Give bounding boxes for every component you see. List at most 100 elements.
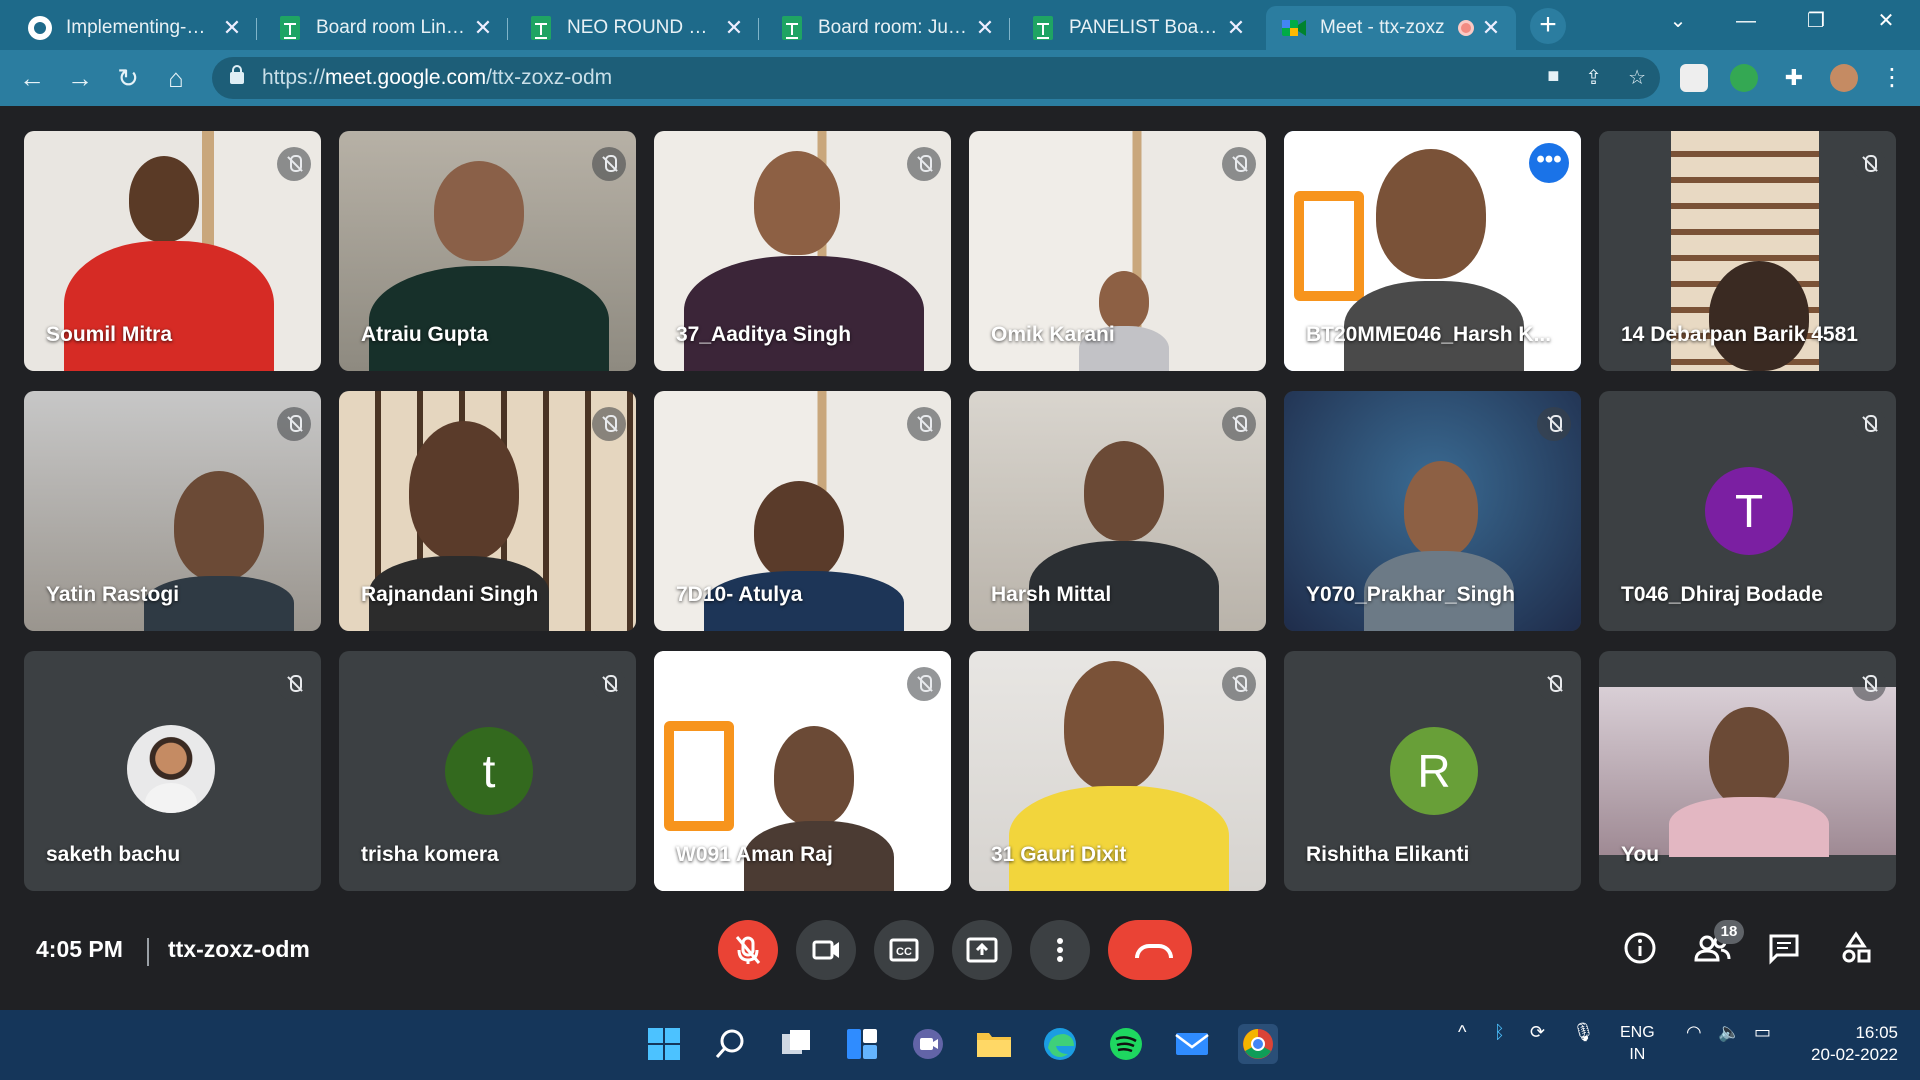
participant-tile[interactable]: Y070_Prakhar_Singh xyxy=(1284,391,1581,631)
tab-title: Meet - ttx-zoxz xyxy=(1320,17,1445,38)
more-options-button[interactable] xyxy=(1030,920,1090,980)
volume-icon[interactable]: 🔈 xyxy=(1718,1022,1740,1043)
sync-icon[interactable]: ⟳ xyxy=(1530,1022,1545,1043)
restore-button[interactable]: ❐ xyxy=(1788,0,1844,44)
more-vert-icon xyxy=(1057,938,1063,962)
battery-icon[interactable]: ▭ xyxy=(1754,1022,1771,1043)
menu-dots-icon[interactable]: ⋮ xyxy=(1878,64,1906,92)
home-icon[interactable]: ⌂ xyxy=(160,62,192,94)
bookmark-star-icon[interactable]: ☆ xyxy=(1628,65,1646,90)
search-icon[interactable] xyxy=(710,1024,750,1064)
edge-browser-icon[interactable] xyxy=(1040,1024,1080,1064)
participant-tile[interactable]: T T046_Dhiraj Bodade xyxy=(1599,391,1896,631)
mic-toggle-button[interactable] xyxy=(718,920,778,980)
back-arrow-icon[interactable]: ← xyxy=(16,62,48,94)
participant-tile[interactable]: R Rishitha Elikanti xyxy=(1284,651,1581,891)
self-tile[interactable]: You xyxy=(1599,651,1896,891)
bluetooth-icon[interactable]: ᛒ xyxy=(1494,1022,1505,1043)
widgets-icon[interactable] xyxy=(842,1024,882,1064)
participant-name: 31 Gauri Dixit xyxy=(991,843,1127,866)
captions-button[interactable]: CC xyxy=(874,920,934,980)
close-window-button[interactable]: ✕ xyxy=(1858,0,1914,44)
participant-tile[interactable]: 37_Aaditya Singh xyxy=(654,131,951,371)
participant-name: You xyxy=(1621,843,1660,866)
browser-tab[interactable]: Board room Links - ✕ xyxy=(262,6,508,50)
windows-start-icon[interactable] xyxy=(644,1024,684,1064)
participant-tile[interactable]: 7D10- Atulya xyxy=(654,391,951,631)
address-bar[interactable]: https://meet.google.com/ttx-zoxz-odm ■ ⇪… xyxy=(212,57,1660,99)
participant-name: W091 Aman Raj xyxy=(676,843,833,866)
participant-tile[interactable]: 31 Gauri Dixit xyxy=(969,651,1266,891)
participant-name: 14 Debarpan Barik 4581 xyxy=(1621,323,1858,346)
wifi-icon[interactable]: ◠ xyxy=(1686,1022,1702,1043)
tab-close-icon[interactable]: ✕ xyxy=(472,15,494,41)
participant-tile[interactable]: saketh bachu xyxy=(24,651,321,891)
language-code: ENG xyxy=(1620,1024,1655,1041)
browser-tab[interactable]: Board room: Judge ✕ xyxy=(764,6,1010,50)
forward-arrow-icon[interactable]: → xyxy=(64,62,96,94)
participant-tile[interactable]: W091 Aman Raj xyxy=(654,651,951,891)
participant-tile[interactable]: t trisha komera xyxy=(339,651,636,891)
participant-name: Atraiu Gupta xyxy=(361,323,489,346)
mic-off-icon xyxy=(1852,667,1886,701)
meeting-time: 4:05 PM xyxy=(36,936,123,962)
avatar xyxy=(127,725,215,813)
sheets-icon xyxy=(1031,16,1055,40)
closed-captions-icon: CC xyxy=(889,938,919,962)
minimize-button[interactable]: — xyxy=(1718,0,1774,44)
share-icon[interactable]: ⇪ xyxy=(1585,65,1602,90)
tab-title: NEO ROUND 3 PAR xyxy=(567,17,717,38)
extension-icon[interactable] xyxy=(1680,64,1708,92)
camera-icon[interactable]: ■ xyxy=(1547,65,1559,90)
teams-chat-icon[interactable] xyxy=(908,1024,948,1064)
browser-toolbar: ← → ↻ ⌂ https://meet.google.com/ttx-zoxz… xyxy=(0,50,1920,106)
participant-tile[interactable]: Omik Karani xyxy=(969,131,1266,371)
browser-tab[interactable]: Implementing-Big- ✕ xyxy=(12,6,257,50)
new-tab-button[interactable]: + xyxy=(1530,8,1566,44)
participant-tile-speaking[interactable]: ••• BT20MME046_Harsh K... xyxy=(1284,131,1581,371)
svg-text:CC: CC xyxy=(896,946,912,958)
participant-tile[interactable]: Atraiu Gupta xyxy=(339,131,636,371)
meeting-info-icon[interactable] xyxy=(1620,930,1660,974)
tab-close-icon[interactable]: ✕ xyxy=(1480,15,1502,41)
windows-taskbar: ^ ᛒ ⟳ 🎙 ENG IN ◠ 🔈 ▭ 16:05 20-02-2022 xyxy=(0,1010,1920,1080)
profile-avatar[interactable] xyxy=(1830,64,1858,92)
tab-close-icon[interactable]: ✕ xyxy=(723,15,745,41)
browser-tab[interactable]: PANELIST Board roo ✕ xyxy=(1015,6,1261,50)
show-hidden-icons[interactable]: ^ xyxy=(1458,1022,1466,1043)
participant-name: Rajnandani Singh xyxy=(361,583,539,606)
participant-name: BT20MME046_Harsh K... xyxy=(1306,323,1552,346)
tab-close-icon[interactable]: ✕ xyxy=(1225,15,1247,41)
puzzle-icon[interactable]: ✚ xyxy=(1780,64,1808,92)
tab-close-icon[interactable]: ✕ xyxy=(974,15,996,41)
browser-tab-active[interactable]: Meet - ttx-zoxz ✕ xyxy=(1266,6,1516,50)
chat-icon[interactable] xyxy=(1764,930,1804,974)
tab-close-icon[interactable]: ✕ xyxy=(221,15,243,41)
mail-icon[interactable] xyxy=(1172,1024,1212,1064)
participant-tile[interactable]: Harsh Mittal xyxy=(969,391,1266,631)
participant-tile[interactable]: Soumil Mitra xyxy=(24,131,321,371)
participant-tile[interactable]: Rajnandani Singh xyxy=(339,391,636,631)
browser-tab[interactable]: NEO ROUND 3 PAR ✕ xyxy=(513,6,759,50)
task-view-icon[interactable] xyxy=(776,1024,816,1064)
system-clock[interactable]: 16:05 20-02-2022 xyxy=(1811,1022,1898,1066)
tab-search-icon[interactable]: ⌄ xyxy=(1650,0,1706,44)
present-screen-button[interactable] xyxy=(952,920,1012,980)
participant-tile[interactable]: 14 Debarpan Barik 4581 xyxy=(1599,131,1896,371)
more-options-icon[interactable]: ••• xyxy=(1529,143,1569,183)
mic-off-icon xyxy=(735,936,761,964)
spotify-icon[interactable] xyxy=(1106,1024,1146,1064)
file-explorer-icon[interactable] xyxy=(974,1024,1014,1064)
chrome-browser-icon[interactable] xyxy=(1238,1024,1278,1064)
mic-off-icon xyxy=(277,407,311,441)
participant-name: saketh bachu xyxy=(46,843,181,866)
camera-toggle-button[interactable] xyxy=(796,920,856,980)
participant-tile[interactable]: Yatin Rastogi xyxy=(24,391,321,631)
chat-extension-icon[interactable] xyxy=(1730,64,1758,92)
activities-icon[interactable] xyxy=(1836,930,1876,974)
reload-icon[interactable]: ↻ xyxy=(112,62,144,94)
leave-call-button[interactable] xyxy=(1108,920,1192,980)
sheets-icon xyxy=(529,16,553,40)
microphone-icon[interactable]: 🎙 xyxy=(1572,1022,1595,1043)
language-indicator[interactable]: ENG IN xyxy=(1620,1022,1655,1066)
